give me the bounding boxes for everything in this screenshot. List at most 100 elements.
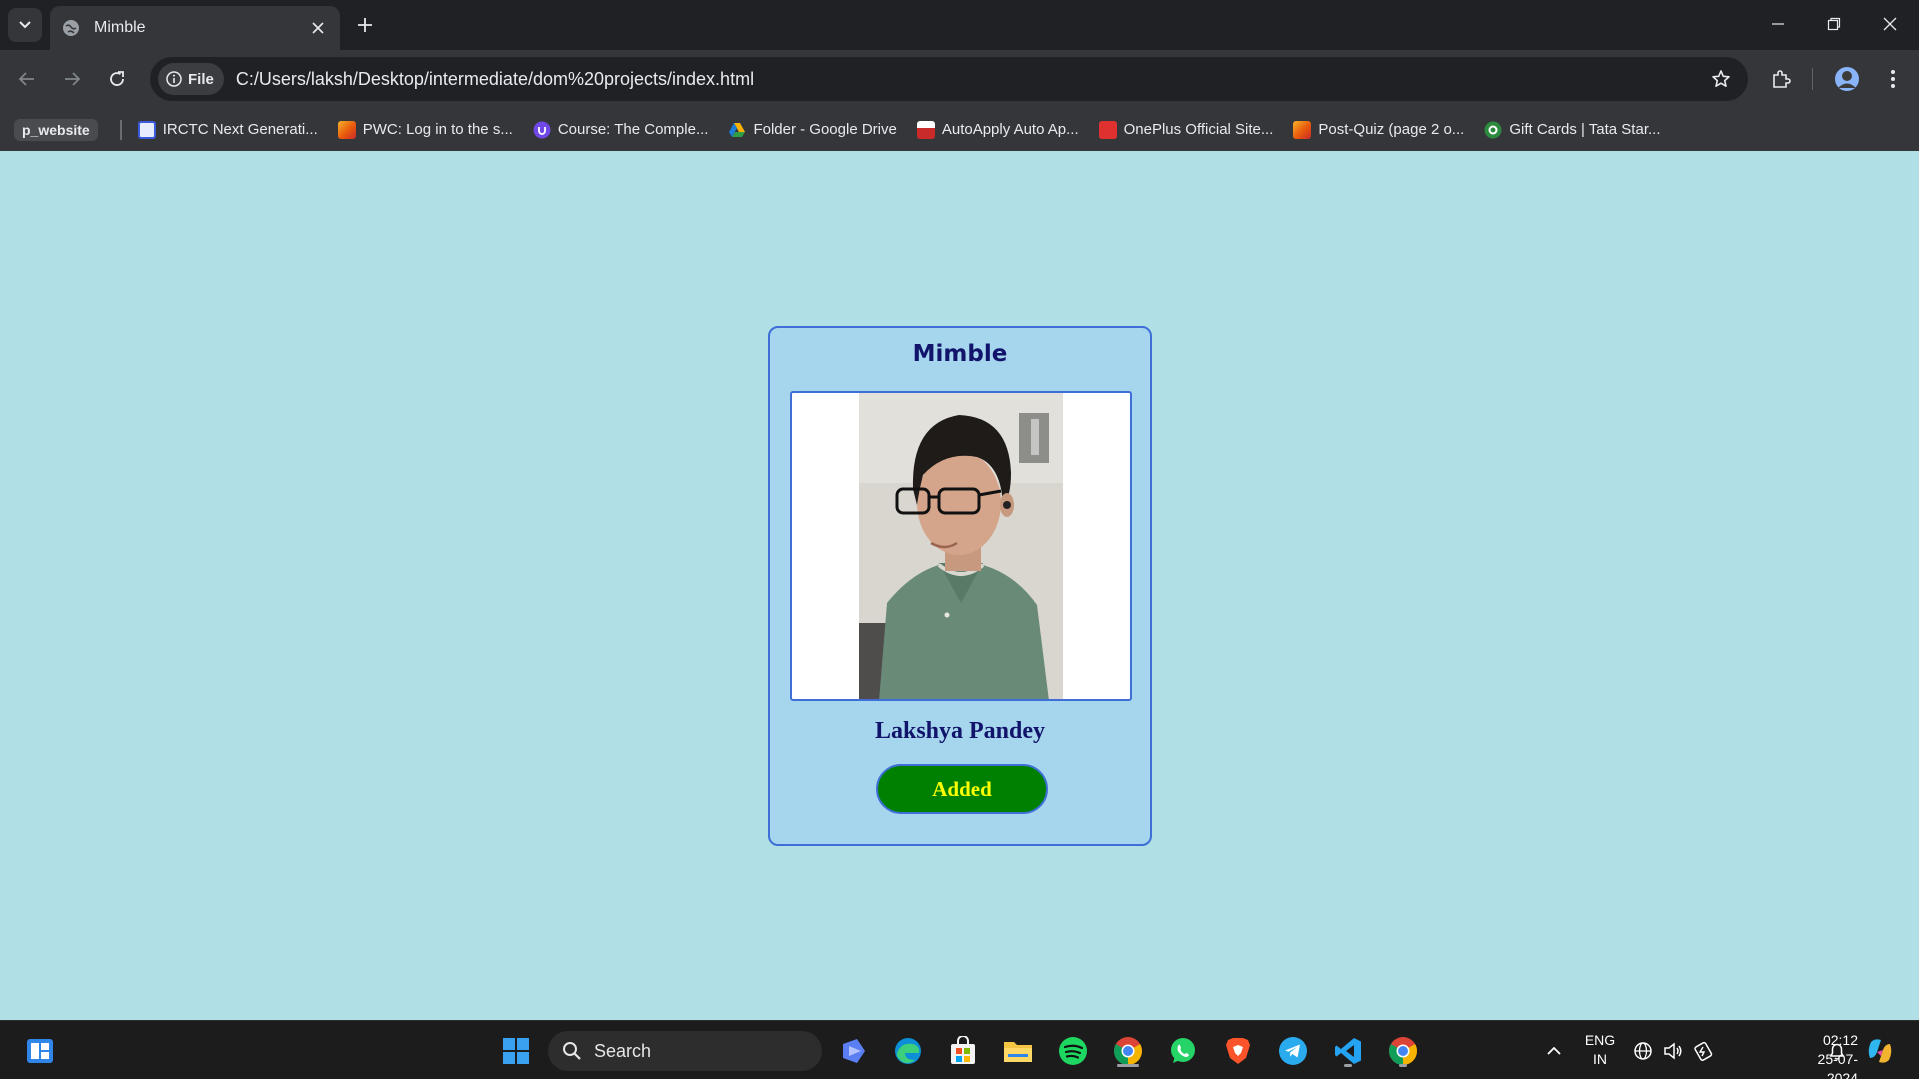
reload-icon xyxy=(110,71,124,86)
page-viewport: Mimble Lakshya Pandey Added xyxy=(0,151,1919,1020)
bookmark-post-quiz[interactable]: Post-Quiz (page 2 o... xyxy=(1293,120,1465,139)
bookmark-label: Post-Quiz (page 2 o... xyxy=(1318,121,1465,138)
search-icon xyxy=(563,1042,581,1060)
back-button[interactable] xyxy=(10,62,44,96)
speaker-icon xyxy=(1664,1042,1682,1060)
bookmark-label: AutoApply Auto Ap... xyxy=(941,121,1079,138)
tab-close-button[interactable] xyxy=(308,18,328,38)
restore-icon xyxy=(1827,17,1841,31)
show-hidden-icons-button[interactable] xyxy=(1536,1033,1572,1069)
close-icon xyxy=(1883,17,1897,31)
running-indicator xyxy=(1399,1064,1407,1067)
bookmarks-bar: p_website IRCTC Next Generati... PWC: Lo… xyxy=(0,108,1919,151)
avatar-icon xyxy=(1835,67,1859,91)
menu-button[interactable] xyxy=(1876,62,1910,96)
minimize-button[interactable] xyxy=(1758,8,1798,40)
address-bar[interactable]: File C:/Users/laksh/Desktop/intermediate… xyxy=(150,57,1748,101)
person-name: Lakshya Pandey xyxy=(874,718,1046,744)
post-quiz-favicon xyxy=(1293,120,1312,139)
taskbar-whatsapp[interactable] xyxy=(1165,1033,1201,1069)
photo-frame xyxy=(790,391,1132,701)
taskbar-edge[interactable] xyxy=(890,1033,926,1069)
bookmark-label: PWC: Log in to the s... xyxy=(362,121,513,138)
tab-bar: Mimble xyxy=(0,0,1919,50)
windows-icon xyxy=(503,1038,529,1064)
reload-button[interactable] xyxy=(100,62,134,96)
close-window-button[interactable] xyxy=(1870,8,1910,40)
udemy-favicon xyxy=(533,121,551,138)
network-status[interactable] xyxy=(1630,1033,1656,1069)
taskbar-chrome-active[interactable] xyxy=(1110,1033,1146,1069)
bookmark-star-button[interactable] xyxy=(1704,62,1738,96)
profile-card: Mimble Lakshya Pandey Added xyxy=(768,326,1152,846)
vscode-icon xyxy=(1335,1038,1361,1064)
spotify-icon xyxy=(1059,1037,1087,1065)
bookmark-gift-cards[interactable]: Gift Cards | Tata Star... xyxy=(1484,121,1661,139)
bookmark-autoapply[interactable]: AutoApply Auto Ap... xyxy=(916,120,1079,139)
bookmark-label: IRCTC Next Generati... xyxy=(162,121,318,138)
irctc-favicon xyxy=(137,120,156,139)
notification-center[interactable] xyxy=(1820,1033,1854,1069)
chrome-icon xyxy=(1389,1037,1417,1065)
pwc-favicon xyxy=(337,120,356,139)
toolbar-divider xyxy=(1812,68,1813,90)
forward-button[interactable] xyxy=(55,62,89,96)
bookmark-irctc[interactable]: IRCTC Next Generati... xyxy=(137,120,318,139)
minimize-icon xyxy=(1772,23,1784,25)
restore-button[interactable] xyxy=(1814,8,1854,40)
browser-toolbar: File C:/Users/laksh/Desktop/intermediate… xyxy=(0,50,1919,108)
volume-control[interactable] xyxy=(1660,1033,1686,1069)
copilot-tray-button[interactable] xyxy=(1862,1033,1898,1069)
telegram-icon xyxy=(1279,1037,1307,1065)
network-globe-icon xyxy=(1634,1042,1652,1060)
widgets-button[interactable] xyxy=(22,1033,58,1069)
tab-search-button[interactable] xyxy=(8,8,42,42)
battery-status[interactable] xyxy=(1690,1033,1716,1069)
bookmark-label: Folder - Google Drive xyxy=(753,121,897,138)
tab-mimble[interactable]: Mimble xyxy=(50,6,340,50)
profile-photo xyxy=(859,393,1063,699)
taskbar-copilot[interactable] xyxy=(836,1033,872,1069)
bookmark-label: OnePlus Official Site... xyxy=(1123,121,1274,138)
taskbar-chrome-profile[interactable] xyxy=(1385,1033,1421,1069)
active-indicator xyxy=(1117,1064,1139,1067)
taskbar-file-explorer[interactable] xyxy=(1000,1033,1036,1069)
brave-icon xyxy=(1226,1038,1250,1064)
notification-icon xyxy=(1829,1043,1845,1060)
language-line-2: IN xyxy=(1593,1051,1607,1067)
windows-taskbar: Search ENG IN 02:12 25-07-2024 xyxy=(0,1020,1919,1079)
arrow-left-icon xyxy=(18,72,34,86)
start-button[interactable] xyxy=(498,1033,534,1069)
bookmark-oneplus[interactable]: OnePlus Official Site... xyxy=(1098,120,1274,139)
edge-icon xyxy=(895,1038,921,1064)
language-indicator[interactable]: ENG IN xyxy=(1572,1031,1628,1069)
language-line-1: ENG xyxy=(1584,1032,1616,1048)
bookmark-udemy-course[interactable]: Course: The Comple... xyxy=(533,121,709,139)
profile-avatar[interactable] xyxy=(1830,62,1864,96)
puzzle-icon xyxy=(1773,70,1791,88)
extensions-button[interactable] xyxy=(1764,62,1798,96)
chevron-down-icon xyxy=(19,21,31,29)
bookmark-folder-p-website[interactable]: p_website xyxy=(14,118,98,141)
taskbar-search-box[interactable]: Search xyxy=(548,1031,822,1071)
bookmark-label: Course: The Comple... xyxy=(557,121,709,138)
taskbar-store[interactable] xyxy=(945,1033,981,1069)
bookmark-pwc[interactable]: PWC: Log in to the s... xyxy=(337,120,513,139)
autoapply-favicon xyxy=(916,120,935,139)
widgets-icon xyxy=(27,1039,53,1063)
card-title: Mimble xyxy=(912,341,1008,367)
bookmark-google-drive[interactable]: Folder - Google Drive xyxy=(728,121,897,139)
taskbar-spotify[interactable] xyxy=(1055,1033,1091,1069)
site-info-chip[interactable]: File xyxy=(158,63,224,95)
taskbar-brave[interactable] xyxy=(1220,1033,1256,1069)
store-icon xyxy=(951,1036,975,1064)
taskbar-telegram[interactable] xyxy=(1275,1033,1311,1069)
added-button[interactable]: Added xyxy=(876,764,1048,814)
taskbar-vscode[interactable] xyxy=(1330,1033,1366,1069)
url-text[interactable]: C:/Users/laksh/Desktop/intermediate/dom%… xyxy=(236,69,1704,90)
bookmark-divider xyxy=(119,119,122,140)
star-icon xyxy=(1712,70,1730,87)
running-indicator xyxy=(1344,1064,1352,1067)
new-tab-button[interactable] xyxy=(352,12,378,38)
bookmark-label: Gift Cards | Tata Star... xyxy=(1509,121,1661,138)
